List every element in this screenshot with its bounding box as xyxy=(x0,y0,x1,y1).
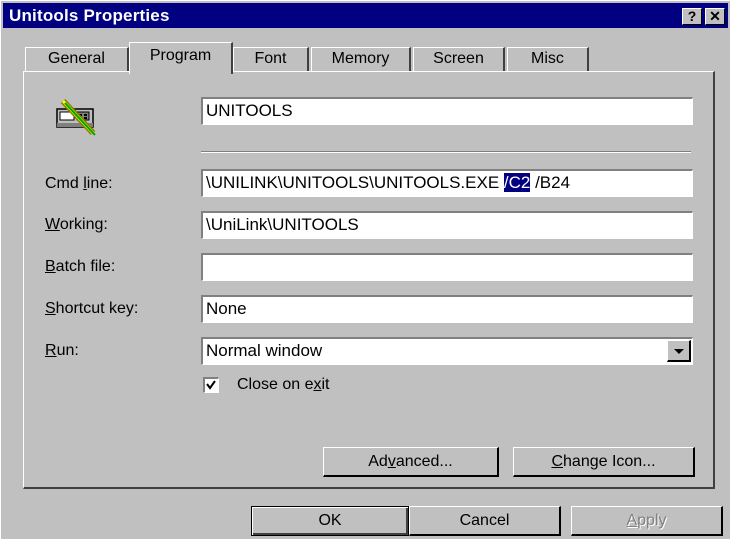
cmd-line-field[interactable]: \UNILINK\UNITOOLS\UNITOOLS.EXE /C2 /B24 xyxy=(201,169,693,197)
cmd-line-selection: /C2 xyxy=(503,173,531,192)
advanced-button[interactable]: Advanced... xyxy=(323,447,499,477)
tab-screen[interactable]: Screen xyxy=(413,47,505,71)
tab-memory[interactable]: Memory xyxy=(311,47,411,71)
tab-program[interactable]: Program xyxy=(129,42,233,74)
properties-window: Unitools Properties ? ✕ General Program … xyxy=(0,0,731,540)
close-on-exit-checkbox[interactable] xyxy=(203,377,219,393)
window-title: Unitools Properties xyxy=(9,6,170,25)
checkmark-icon xyxy=(206,380,216,390)
working-directory-field[interactable]: \UniLink\UNITOOLS xyxy=(201,211,693,239)
run-select-value: Normal window xyxy=(206,341,323,360)
cancel-button[interactable]: Cancel xyxy=(409,506,561,536)
separator xyxy=(201,151,691,153)
chevron-down-icon xyxy=(674,349,684,354)
working-label: Working: xyxy=(45,216,108,233)
shortcut-key-field[interactable]: None xyxy=(201,295,693,323)
close-on-exit-label[interactable]: Close on exit xyxy=(237,376,330,394)
apply-button[interactable]: Apply xyxy=(571,506,723,536)
batch-file-field[interactable] xyxy=(201,253,693,281)
tab-font[interactable]: Font xyxy=(233,47,309,71)
close-button[interactable]: ✕ xyxy=(705,8,725,25)
shortcut-key-label: Shortcut key: xyxy=(45,300,139,317)
tab-general[interactable]: General xyxy=(25,47,129,71)
run-label: Run: xyxy=(45,342,79,359)
tab-misc[interactable]: Misc xyxy=(507,47,589,71)
ok-button[interactable]: OK xyxy=(251,506,409,536)
program-icon xyxy=(56,99,96,136)
dropdown-arrow-button[interactable] xyxy=(667,340,691,362)
help-button[interactable]: ? xyxy=(682,8,702,25)
program-name-field[interactable]: UNITOOLS xyxy=(201,97,693,125)
batch-file-label: Batch file: xyxy=(45,258,116,275)
run-select[interactable]: Normal window xyxy=(201,337,693,365)
title-bar[interactable]: Unitools Properties ? ✕ xyxy=(3,3,728,28)
change-icon-button[interactable]: Change Icon... xyxy=(513,447,695,477)
cmd-line-label: Cmd line: xyxy=(45,175,113,192)
